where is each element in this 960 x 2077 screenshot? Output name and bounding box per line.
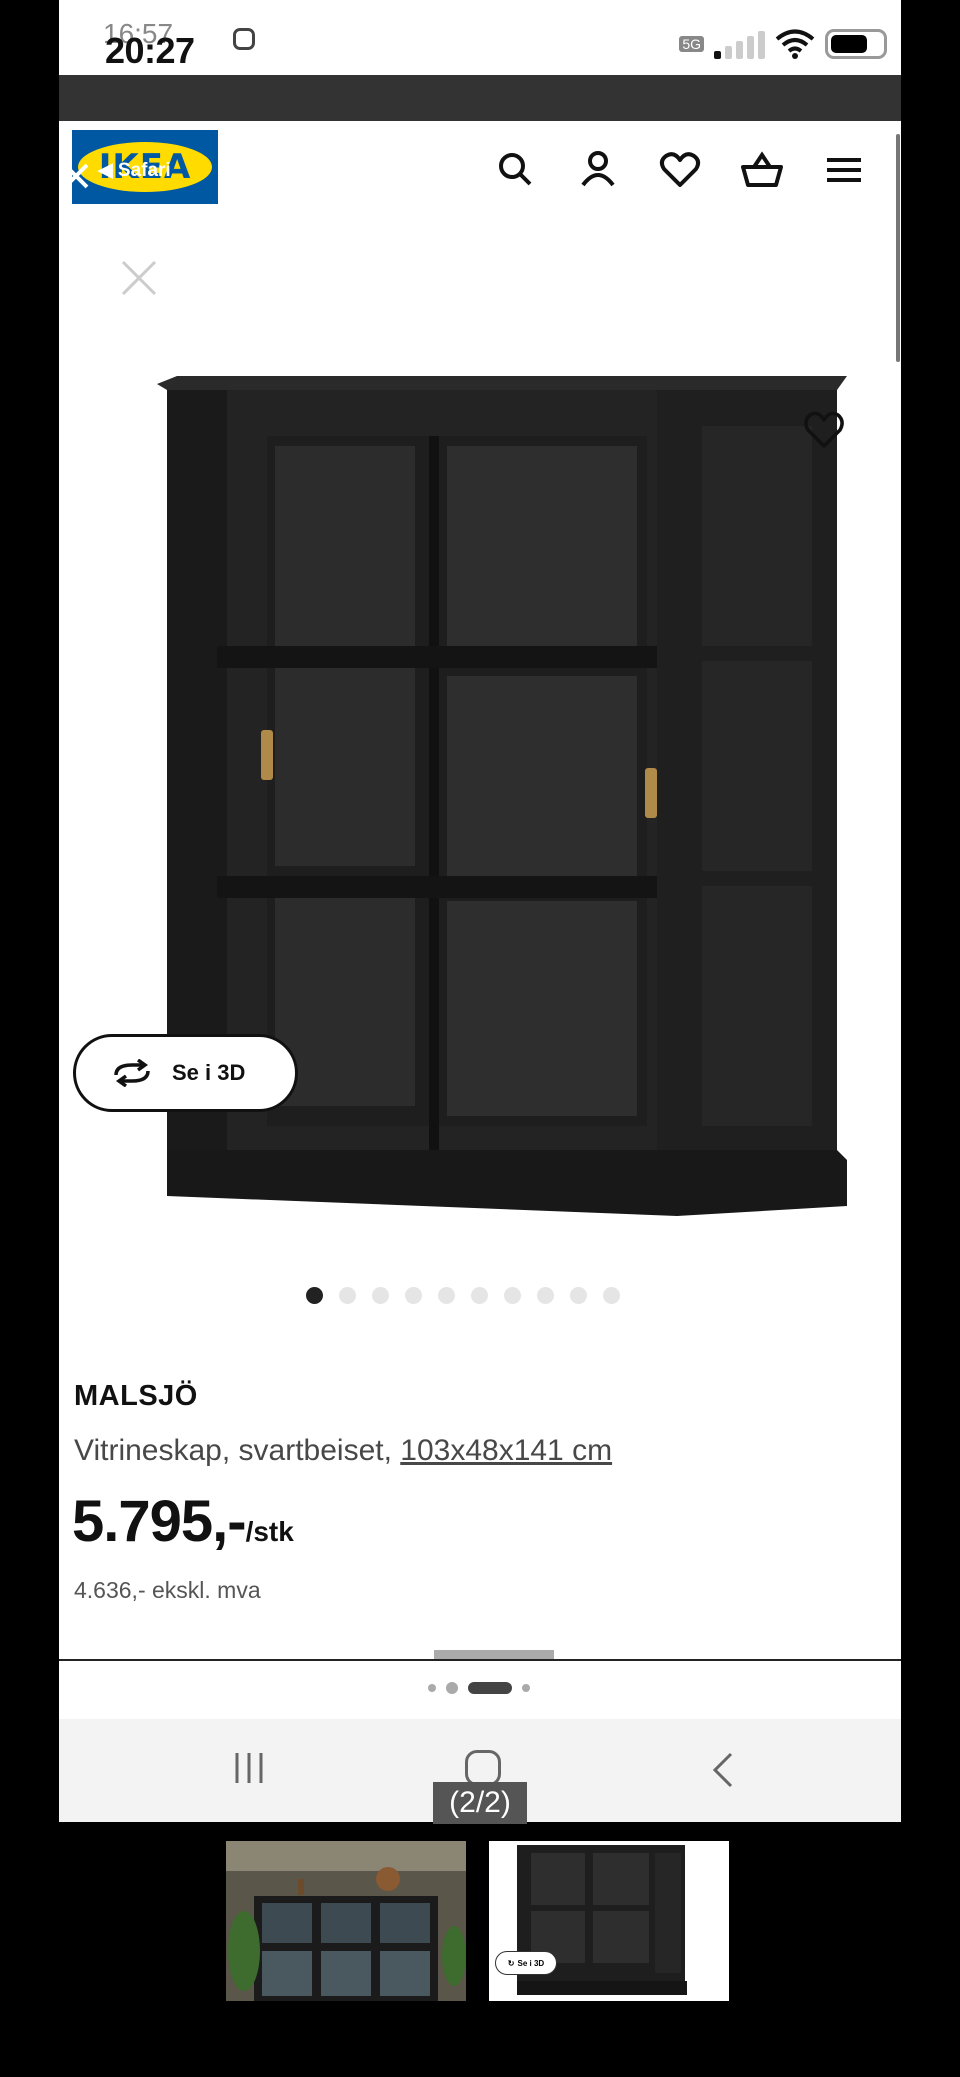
heart-icon[interactable] [801, 408, 847, 450]
product-price: 5.795,- /stk [72, 1488, 294, 1555]
carousel-dot[interactable] [603, 1287, 620, 1304]
carousel-dot[interactable] [537, 1287, 554, 1304]
view-3d-button[interactable]: Se i 3D [73, 1034, 298, 1112]
carousel-dot[interactable] [570, 1287, 587, 1304]
view-3d-label: Se i 3D [172, 1060, 246, 1085]
carousel-indicator [306, 1287, 620, 1304]
status-time: 20:27 [105, 30, 195, 71]
page-dot [446, 1682, 458, 1694]
close-image-icon[interactable] [117, 256, 161, 300]
price-value: 5.795,- [72, 1489, 247, 1554]
thumbnail-product-photo[interactable]: ↻ Se i 3D [489, 1841, 729, 2001]
header-icons [489, 143, 871, 197]
page-dot [428, 1684, 436, 1692]
carousel-dot[interactable] [471, 1287, 488, 1304]
page-indicator [428, 1682, 530, 1694]
user-icon[interactable] [571, 143, 625, 197]
search-icon[interactable] [489, 143, 543, 197]
product-photo [517, 1845, 687, 1995]
sheet-handle[interactable] [434, 1650, 554, 1659]
close-icon[interactable] [61, 161, 91, 191]
room-photo [226, 1841, 466, 2001]
signal-icon [714, 29, 765, 59]
site-header: IKEA ◀ Safari [59, 121, 901, 221]
carousel-dot[interactable] [504, 1287, 521, 1304]
thumb-view-3d-button: ↻ Se i 3D [495, 1951, 557, 1975]
scrollbar[interactable] [896, 134, 900, 362]
recents-icon[interactable] [231, 1751, 267, 1785]
carousel-dot[interactable] [372, 1287, 389, 1304]
price-ex-vat: 4.636,- ekskl. mva [74, 1577, 261, 1603]
rotate-3d-icon [114, 1059, 150, 1087]
product-type: Vitrineskap, svartbeiset, [74, 1434, 401, 1467]
carousel-dot[interactable] [339, 1287, 356, 1304]
instagram-icon [233, 28, 255, 50]
ikea-logo[interactable]: IKEA ◀ Safari [72, 130, 218, 204]
thumb-view-3d-label: Se i 3D [517, 1958, 545, 1968]
product-description: Vitrineskap, svartbeiset, 103x48x141 cm [74, 1434, 612, 1468]
home-icon[interactable] [465, 1750, 501, 1786]
battery-icon [825, 29, 887, 59]
back-to-safari-link[interactable]: ◀ Safari [98, 159, 171, 182]
carousel-dot[interactable] [438, 1287, 455, 1304]
carousel-dot-active[interactable] [306, 1287, 323, 1304]
carousel-dot[interactable] [405, 1287, 422, 1304]
page-dot-active [468, 1682, 512, 1694]
status-bar: 16:57 20:27 5G [59, 0, 901, 75]
basket-icon[interactable] [735, 143, 789, 197]
product-name: MALSJÖ [74, 1380, 198, 1412]
back-icon[interactable] [709, 1751, 737, 1789]
price-unit: /stk [245, 1516, 294, 1547]
status-indicators: 5G [679, 24, 887, 64]
browser-toolbar [59, 75, 901, 121]
page-dot [522, 1684, 530, 1692]
heart-icon[interactable] [653, 143, 707, 197]
menu-icon[interactable] [817, 143, 871, 197]
image-counter: (2/2) [433, 1782, 527, 1824]
wifi-icon [775, 29, 815, 59]
network-type: 5G [679, 36, 704, 52]
tab-switcher [59, 1661, 901, 1719]
product-dimensions-link[interactable]: 103x48x141 cm [400, 1434, 612, 1467]
app-screen: 16:57 20:27 5G IKEA ◀ Safari Se i 3D MAL… [59, 0, 901, 1822]
thumbnail-room-photo[interactable] [226, 1841, 466, 2001]
